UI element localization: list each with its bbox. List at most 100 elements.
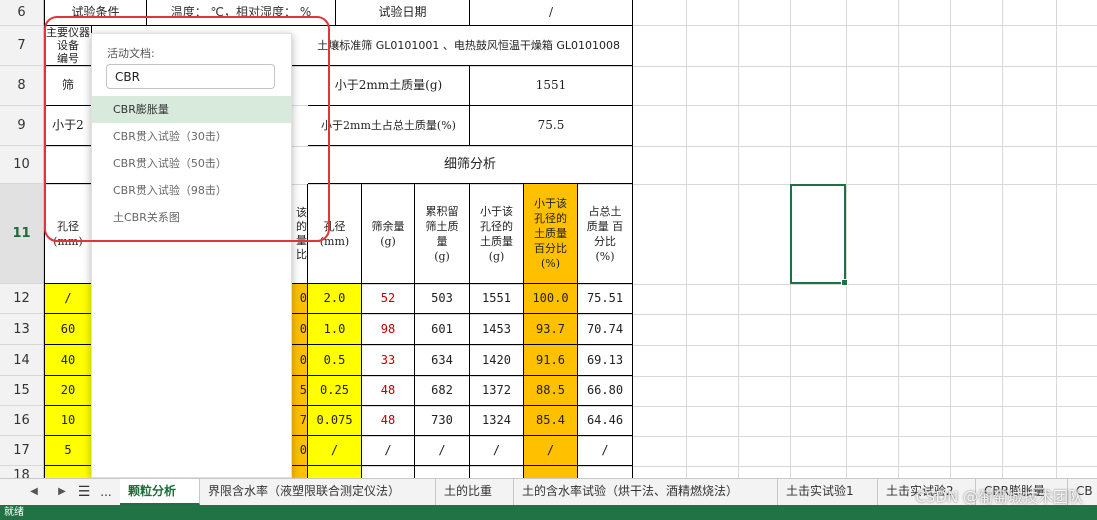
row-header[interactable]: 14 xyxy=(0,345,44,376)
cell-retained[interactable]: 98 xyxy=(362,314,415,345)
cell-total-pct[interactable]: 64.46 xyxy=(578,406,633,436)
cell-header-partial[interactable]: 该 的 量 比 xyxy=(292,184,308,284)
cell-cumulative[interactable]: / xyxy=(415,436,470,466)
cell-partial[interactable]: 5 xyxy=(292,376,308,406)
cell-header-passing-mass[interactable]: 小于该 孔径的 土质量 (g) xyxy=(470,184,524,284)
cell-mass-below-2mm-label[interactable]: 小于2mm土质量(g) xyxy=(308,66,470,106)
cell-aperture-2[interactable]: / xyxy=(308,436,362,466)
sheet-list-icon[interactable]: ☰ xyxy=(74,479,94,505)
cell-test-date-label[interactable]: 试验日期 xyxy=(336,0,470,26)
document-item-cbr-chart[interactable]: 土CBR关系图 xyxy=(92,204,291,231)
cell-retained[interactable] xyxy=(362,466,415,478)
cell-mass-below-2mm[interactable]: 1551 xyxy=(470,66,633,106)
document-search-input[interactable] xyxy=(106,64,275,89)
tab-water-content[interactable]: 土的含水率试验（烘干法、酒精燃烧法） xyxy=(514,479,778,505)
cell-total-pct[interactable]: 66.80 xyxy=(578,376,633,406)
row-header[interactable]: 9 xyxy=(0,106,44,146)
cell-below-2mm-label[interactable]: 小于2 xyxy=(44,106,92,146)
selected-cell[interactable] xyxy=(790,184,848,286)
cell-retained[interactable]: 52 xyxy=(362,284,415,314)
more-sheets-icon[interactable]: ... xyxy=(96,479,116,505)
cell-sieve-label[interactable]: 筛 xyxy=(44,66,92,106)
row-header[interactable]: 12 xyxy=(0,284,44,314)
cell-header-cumulative[interactable]: 累积留 筛土质 量 (g) xyxy=(415,184,470,284)
cell-header-total-pct[interactable]: 占总土 质量 百 分比 (%) xyxy=(578,184,633,284)
fill-handle[interactable] xyxy=(841,279,848,286)
cell-cumulative[interactable]: 634 xyxy=(415,345,470,376)
row-header[interactable]: 15 xyxy=(0,376,44,406)
cell-passing-pct[interactable]: 91.6 xyxy=(524,345,578,376)
cell-aperture[interactable]: 20 xyxy=(44,376,92,406)
cell-retained[interactable]: 48 xyxy=(362,376,415,406)
cell-total-pct[interactable]: 70.74 xyxy=(578,314,633,345)
tab-particle-analysis[interactable]: 颗粒分析 xyxy=(120,479,200,505)
row-header[interactable]: 6 xyxy=(0,0,44,26)
cell-passing-mass[interactable]: 1324 xyxy=(470,406,524,436)
cell-cumulative[interactable]: 730 xyxy=(415,406,470,436)
cell-aperture[interactable] xyxy=(44,466,92,478)
document-item-cbr-50[interactable]: CBR贯入试验（50击） xyxy=(92,150,291,177)
cell-conditions[interactable]: 温度： ℃，相对湿度： % xyxy=(147,0,336,26)
cell-header-passing-pct[interactable]: 小于该 孔径的 土质量 百分比 (%) xyxy=(524,184,578,284)
cell-retained[interactable]: / xyxy=(362,436,415,466)
cell-aperture[interactable]: 5 xyxy=(44,436,92,466)
cell-aperture[interactable]: 40 xyxy=(44,345,92,376)
row-header[interactable]: 10 xyxy=(0,146,44,184)
cell-partial[interactable] xyxy=(292,466,308,478)
cell-partial[interactable]: 0 xyxy=(292,314,308,345)
cell-aperture-2[interactable]: 0.25 xyxy=(308,376,362,406)
cell-equipment-label[interactable]: 主要仪器设备 编号 xyxy=(44,26,92,66)
cell-fine-sieve-header[interactable]: 细筛分析 xyxy=(308,146,633,184)
cell-passing-mass[interactable]: / xyxy=(470,436,524,466)
cell-passing-pct[interactable]: 88.5 xyxy=(524,376,578,406)
cell-cumulative[interactable]: 682 xyxy=(415,376,470,406)
row-header-selected[interactable]: 11 xyxy=(0,184,44,284)
cell-aperture-2[interactable] xyxy=(308,466,362,478)
cell-passing-pct[interactable]: 85.4 xyxy=(524,406,578,436)
prev-sheet-icon[interactable]: ◀ xyxy=(24,479,44,505)
tab-compaction-1[interactable]: 土击实试验1 xyxy=(778,479,878,505)
tab-atterberg-limits[interactable]: 界限含水率（液塑限联合测定仪法） xyxy=(200,479,436,505)
row-header[interactable]: 18 xyxy=(0,466,44,478)
cell-pct-below-2mm-label[interactable]: 小于2mm土占总土质量(%) xyxy=(308,106,470,146)
cell-aperture[interactable]: 10 xyxy=(44,406,92,436)
cell-total-pct[interactable]: 75.51 xyxy=(578,284,633,314)
cell-header-aperture-2[interactable]: 孔径 (mm) xyxy=(308,184,362,284)
cell-passing-mass[interactable]: 1420 xyxy=(470,345,524,376)
cell-total-pct[interactable] xyxy=(578,466,633,478)
row-header[interactable]: 16 xyxy=(0,406,44,436)
cell-passing-pct[interactable]: 100.0 xyxy=(524,284,578,314)
cell-passing-mass[interactable]: 1551 xyxy=(470,284,524,314)
cell-aperture-2[interactable]: 2.0 xyxy=(308,284,362,314)
document-item-cbr-swell[interactable]: CBR膨胀量 xyxy=(92,96,291,123)
cell-partial[interactable]: 0 xyxy=(292,284,308,314)
row-header[interactable]: 17 xyxy=(0,436,44,466)
cell-pct-below-2mm[interactable]: 75.5 xyxy=(470,106,633,146)
cell-header-aperture[interactable]: 孔径 (mm) xyxy=(44,184,92,284)
cell-cumulative[interactable] xyxy=(415,466,470,478)
cell-passing-mass[interactable] xyxy=(470,466,524,478)
cell-cumulative[interactable]: 503 xyxy=(415,284,470,314)
row-header[interactable]: 7 xyxy=(0,26,44,66)
cell-passing-pct[interactable]: 93.7 xyxy=(524,314,578,345)
cell-header-retained[interactable]: 筛余量 (g) xyxy=(362,184,415,284)
document-item-cbr-30[interactable]: CBR贯入试验（30击） xyxy=(92,123,291,150)
cell-partial[interactable]: 7 xyxy=(292,406,308,436)
cell-passing-mass[interactable]: 1372 xyxy=(470,376,524,406)
cell-passing-pct[interactable]: / xyxy=(524,436,578,466)
active-documents-popup[interactable]: 活动文档: CBR膨胀量 CBR贯入试验（30击） CBR贯入试验（50击） C… xyxy=(91,33,292,478)
cell-cumulative[interactable]: 601 xyxy=(415,314,470,345)
cell-retained[interactable]: 33 xyxy=(362,345,415,376)
cell-partial[interactable]: 0 xyxy=(292,345,308,376)
cell-blank[interactable] xyxy=(44,146,92,184)
document-item-cbr-98[interactable]: CBR贯入试验（98击） xyxy=(92,177,291,204)
cell-retained[interactable]: 48 xyxy=(362,406,415,436)
cell-partial[interactable]: 0 xyxy=(292,436,308,466)
cell-aperture-2[interactable]: 1.0 xyxy=(308,314,362,345)
row-header[interactable]: 13 xyxy=(0,314,44,345)
cell-test-conditions-label[interactable]: 试验条件 xyxy=(44,0,147,26)
next-sheet-icon[interactable]: ▶ xyxy=(52,479,72,505)
cell-test-date[interactable]: / xyxy=(470,0,633,26)
tab-specific-gravity[interactable]: 土的比重 xyxy=(436,479,514,505)
cell-aperture-2[interactable]: 0.5 xyxy=(308,345,362,376)
